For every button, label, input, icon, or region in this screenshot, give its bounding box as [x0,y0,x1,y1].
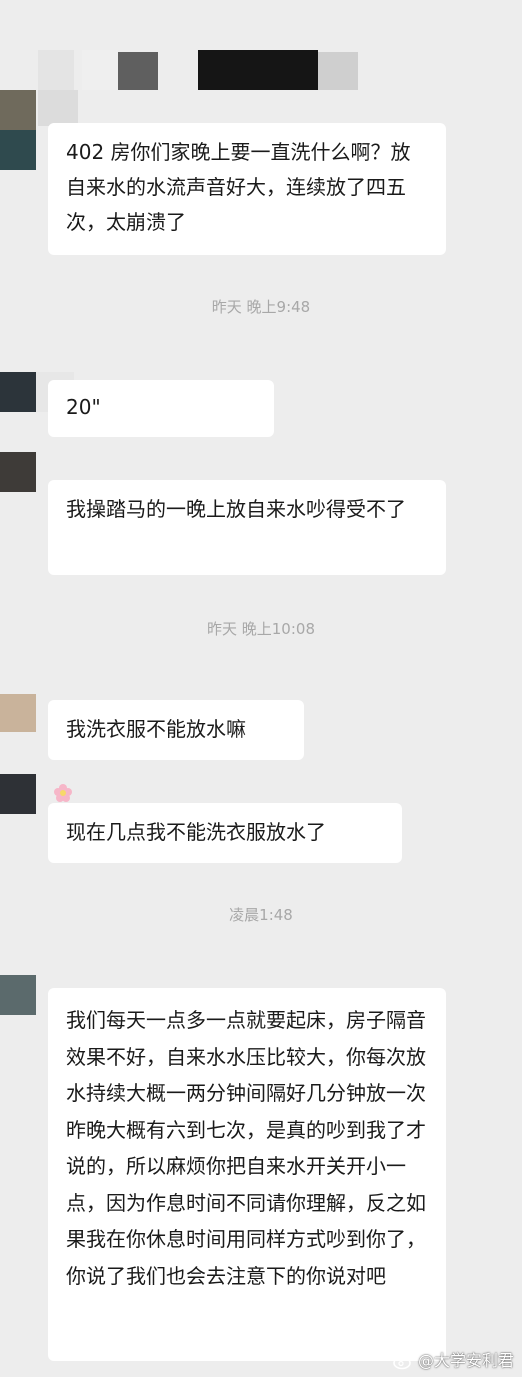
censor-mosaic [82,50,118,90]
message-bubble[interactable]: 20" [48,380,274,437]
watermark: @大学安利君 [392,1351,514,1371]
censor-mosaic [38,50,74,90]
censor-mosaic [198,50,318,90]
weibo-icon [393,1354,412,1370]
censor-mosaic [118,52,158,90]
timestamp: 昨天 晚上10:08 [207,620,315,638]
avatar[interactable] [0,694,36,732]
avatar[interactable] [0,452,36,492]
timestamp: 凌晨1:48 [229,906,293,924]
timestamp: 昨天 晚上9:48 [211,298,311,316]
censor-mosaic [318,52,358,90]
message-bubble[interactable]: 我操踏马的一晚上放自来水吵得受不了 [48,480,446,575]
avatar[interactable] [0,975,36,1015]
message-bubble[interactable]: 我洗衣服不能放水嘛 [48,700,304,760]
avatar[interactable] [0,130,36,170]
message-bubble[interactable]: 现在几点我不能洗衣服放水了 [48,803,402,863]
message-bubble[interactable]: 我们每天一点多一点就要起床，房子隔音效果不好，自来水水压比较大，你每次放水持续大… [48,988,446,1361]
avatar[interactable] [0,372,36,412]
avatar[interactable] [0,90,36,130]
censor-mosaic [38,90,78,126]
watermark-text: @大学安利君 [417,1351,514,1370]
chat-view: 402 房你们家晚上要一直洗什么啊？放自来水的水流声音好大，连续放了四五次，太崩… [0,0,522,1377]
flower-icon [54,784,72,802]
avatar[interactable] [0,774,36,814]
message-bubble[interactable]: 402 房你们家晚上要一直洗什么啊？放自来水的水流声音好大，连续放了四五次，太崩… [48,123,446,255]
